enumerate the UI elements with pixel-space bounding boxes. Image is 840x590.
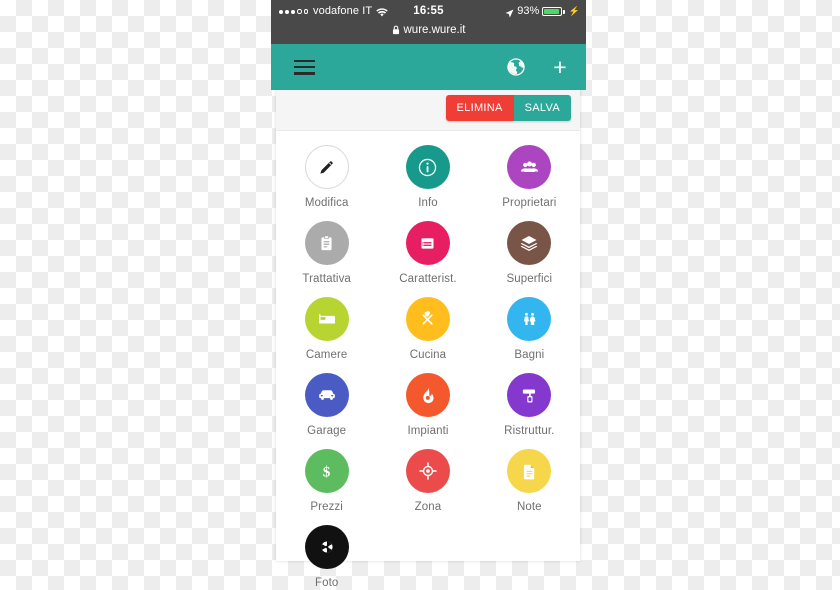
info-icon — [405, 145, 450, 189]
grid-item-label: Garage — [307, 425, 347, 437]
grid-item-label: Camere — [305, 349, 348, 361]
grid-item-prezzi[interactable]: $ Prezzi — [276, 449, 377, 514]
hamburger-menu-icon[interactable] — [294, 59, 315, 75]
document-icon — [507, 449, 552, 493]
save-button[interactable]: SALVA — [513, 95, 571, 121]
url-bar[interactable]: wure.wure.it — [271, 20, 586, 40]
globe-icon[interactable] — [506, 57, 526, 77]
grid-item-camere[interactable]: Camere — [276, 297, 377, 362]
target-icon — [405, 449, 450, 493]
dollar-icon: $ — [304, 449, 349, 493]
grid-item-proprietari[interactable]: Proprietari — [479, 145, 580, 210]
phone-screenshot: vodafone IT 16:55 93% ⚡ wure.wure.it + E… — [271, 0, 586, 589]
action-bar: ELIMINA SALVA — [276, 90, 580, 131]
grid-item-label: Proprietari — [502, 197, 557, 209]
grid-item-label: Trattativa — [302, 273, 351, 285]
status-bar-right: 93% ⚡ — [505, 3, 580, 20]
grid-item-zona[interactable]: Zona — [377, 449, 478, 514]
grid-item-cucina[interactable]: Cucina — [377, 297, 478, 362]
grid-item-caratterist[interactable]: Caratterist. — [377, 221, 478, 286]
grid-item-trattativa[interactable]: Trattativa — [276, 221, 377, 286]
bed-icon — [304, 297, 349, 341]
plus-icon[interactable]: + — [550, 56, 570, 79]
flame-icon — [405, 373, 450, 417]
grid-item-label: Prezzi — [310, 501, 343, 513]
grid-item-modifica[interactable]: Modifica — [276, 145, 377, 210]
grid-item-label: Caratterist. — [399, 273, 457, 285]
grid-item-label: Cucina — [409, 349, 447, 361]
status-bar-top-row: vodafone IT 16:55 93% ⚡ — [271, 3, 586, 20]
grid-item-label: Ristruttur. — [504, 425, 555, 437]
grid-item-label: Superfici — [506, 273, 553, 285]
car-icon — [304, 373, 349, 417]
cutlery-icon — [405, 297, 450, 341]
grid-item-superfici[interactable]: Superfici — [479, 221, 580, 286]
location-arrow-icon — [505, 7, 514, 18]
lock-icon — [392, 25, 400, 35]
svg-text:$: $ — [323, 464, 331, 480]
clipboard-icon — [304, 221, 349, 265]
grid-item-note[interactable]: Note — [479, 449, 580, 514]
grid-item-label: Zona — [414, 501, 442, 513]
grid-item-garage[interactable]: Garage — [276, 373, 377, 438]
grid-item-ristruttur[interactable]: Ristruttur. — [479, 373, 580, 438]
grid-item-label: Bagni — [514, 349, 545, 361]
action-button-group: ELIMINA SALVA — [445, 95, 571, 121]
grid-item-label: Note — [516, 501, 542, 513]
delete-button[interactable]: ELIMINA — [445, 95, 514, 121]
ios-status-bar: vodafone IT 16:55 93% ⚡ wure.wure.it — [271, 0, 586, 44]
people-icon — [507, 145, 552, 189]
grid-item-foto[interactable]: Foto — [276, 525, 377, 590]
list-icon — [405, 221, 450, 265]
camera-aperture-icon — [304, 525, 349, 569]
grid-item-label: Modifica — [304, 197, 349, 209]
grid-item-info[interactable]: Info — [377, 145, 478, 210]
layers-icon — [507, 221, 552, 265]
battery-icon — [542, 7, 565, 16]
feature-icon-grid: Modifica Info Proprietari Trattativa Caratte… — [276, 131, 580, 590]
app-bar: + — [271, 44, 586, 90]
grid-item-label: Info — [418, 197, 438, 209]
pencil-icon — [304, 145, 349, 189]
grid-item-bagni[interactable]: Bagni — [479, 297, 580, 362]
url-label: wure.wure.it — [403, 24, 466, 36]
grid-item-impianti[interactable]: Impianti — [377, 373, 478, 438]
paint-roller-icon — [507, 373, 552, 417]
bolt-icon: ⚡ — [568, 6, 580, 16]
restroom-icon — [507, 297, 552, 341]
grid-item-label: Impianti — [407, 425, 449, 437]
battery-percent-label: 93% — [517, 5, 540, 17]
